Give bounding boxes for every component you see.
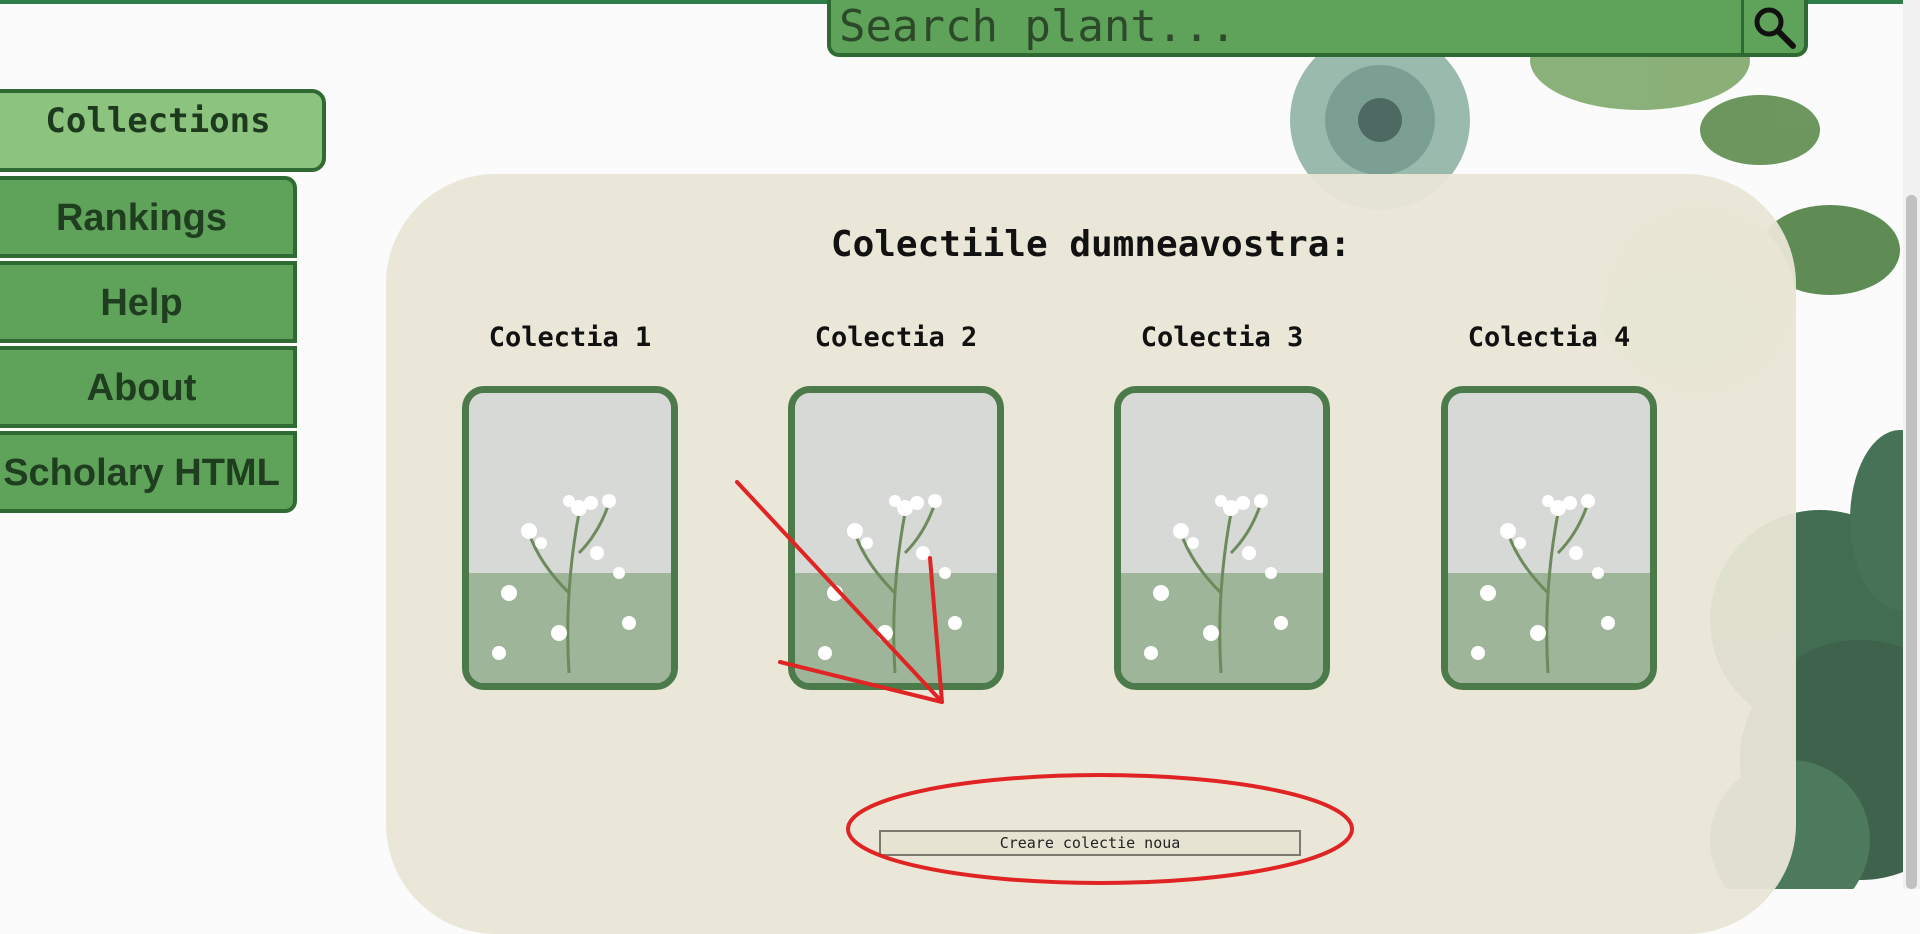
search-icon bbox=[1754, 7, 1796, 49]
flower-image bbox=[1121, 393, 1323, 683]
sidebar-nav: Rankings Help About Scholary HTML bbox=[0, 176, 297, 516]
sidebar-item-about[interactable]: About bbox=[0, 346, 297, 428]
sidebar-item-help[interactable]: Help bbox=[0, 261, 297, 343]
collection-card-1[interactable]: Colectia 1 bbox=[462, 322, 678, 690]
sidebar-item-scholary-html[interactable]: Scholary HTML bbox=[0, 431, 297, 513]
collection-title: Colectia 2 bbox=[814, 322, 978, 353]
flower-image bbox=[469, 393, 671, 683]
collection-title: Colectia 4 bbox=[1467, 322, 1631, 353]
collections-panel: Colectiile dumneavostra: Colectia 1 Cole… bbox=[386, 174, 1796, 934]
collection-image[interactable] bbox=[462, 386, 678, 690]
search-button[interactable] bbox=[1741, 0, 1804, 53]
search-bar bbox=[827, 0, 1808, 57]
collection-title: Colectia 1 bbox=[488, 322, 652, 353]
collection-card-2[interactable]: Colectia 2 bbox=[788, 322, 1004, 690]
page-title: Colectiile dumneavostra: bbox=[830, 224, 1352, 265]
search-input[interactable] bbox=[831, 0, 1749, 53]
collection-image[interactable] bbox=[1441, 386, 1657, 690]
collection-title: Colectia 3 bbox=[1140, 322, 1304, 353]
create-collection-button[interactable]: Creare colectie noua bbox=[879, 830, 1301, 856]
nav-collections-tab[interactable]: Collections bbox=[0, 89, 326, 172]
scrollbar-thumb[interactable] bbox=[1906, 195, 1917, 889]
collection-card-4[interactable]: Colectia 4 bbox=[1441, 322, 1657, 690]
page-scrollbar[interactable] bbox=[1903, 0, 1920, 889]
flower-image bbox=[795, 393, 997, 683]
collection-card-3[interactable]: Colectia 3 bbox=[1114, 322, 1330, 690]
collection-image[interactable] bbox=[788, 386, 1004, 690]
collection-image[interactable] bbox=[1114, 386, 1330, 690]
flower-image bbox=[1448, 393, 1650, 683]
sidebar-item-rankings[interactable]: Rankings bbox=[0, 176, 297, 258]
